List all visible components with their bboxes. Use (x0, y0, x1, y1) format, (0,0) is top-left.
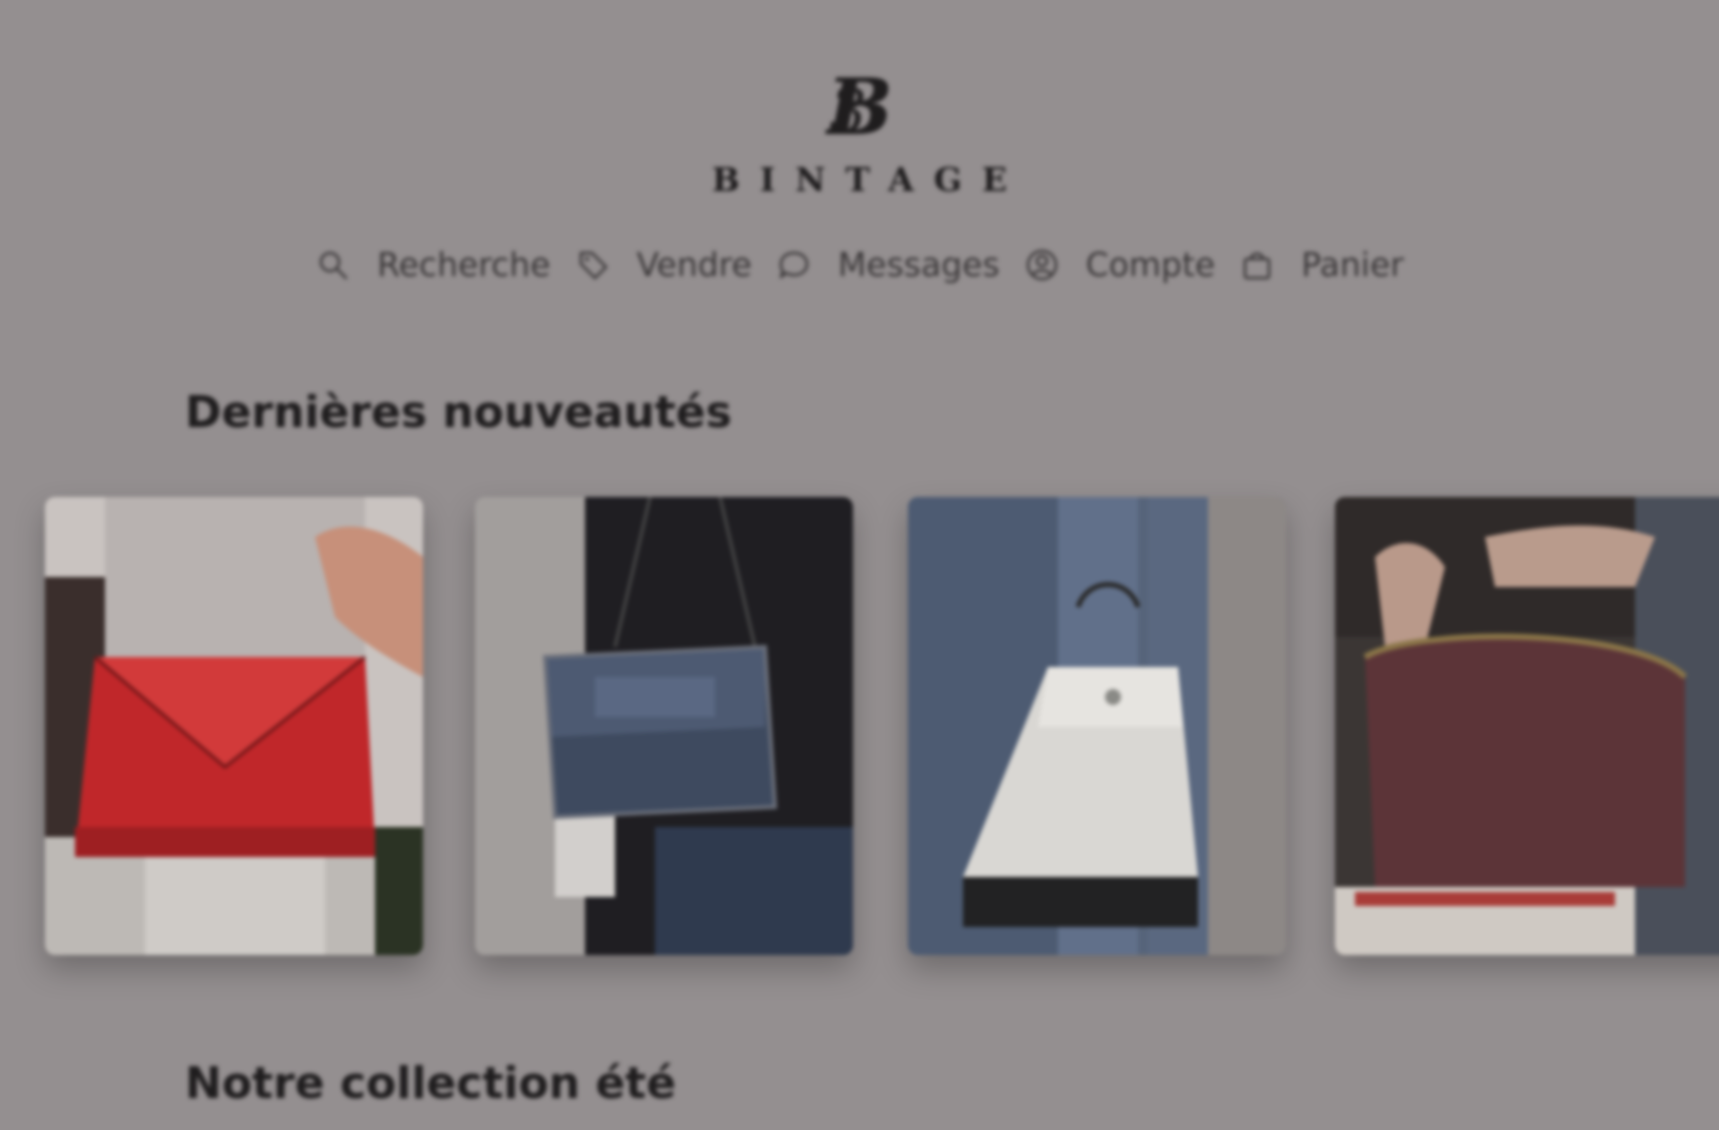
main-nav: Recherche Vendre Messages Compte Panier (0, 245, 1719, 284)
brand-logo[interactable]: B 3 BINTAGE (0, 62, 1719, 199)
user-icon (1026, 249, 1057, 280)
svg-text:3: 3 (828, 77, 866, 147)
chat-bubble-icon (779, 251, 809, 278)
nav-label-recherche: Recherche (377, 245, 551, 284)
nav-item-messages[interactable]: Messages (776, 245, 1000, 284)
nav-label-compte: Compte (1085, 245, 1216, 284)
summer-section-title: Notre collection été (185, 1058, 677, 1109)
nav-item-vendre[interactable]: Vendre (575, 245, 752, 284)
red-leather-clutch-photo (45, 497, 423, 955)
nav-item-compte[interactable]: Compte (1024, 245, 1216, 284)
tag-icon (579, 251, 607, 279)
product-card[interactable] (45, 497, 423, 955)
nav-label-panier: Panier (1301, 245, 1404, 284)
burgundy-frame-bag-photo (1335, 497, 1719, 955)
shopping-bag-icon (1243, 252, 1271, 279)
denim-chain-shoulder-bag-photo (475, 497, 853, 955)
brand-name: BINTAGE (711, 160, 1028, 199)
white-bucket-bag-photo (908, 497, 1286, 955)
page: B 3 BINTAGE Recherche Vendre Messages Co… (0, 0, 1719, 1130)
nav-label-vendre: Vendre (636, 245, 752, 284)
nav-item-recherche[interactable]: Recherche (315, 245, 551, 284)
product-card[interactable] (475, 497, 853, 955)
nav-label-messages: Messages (837, 245, 1000, 284)
product-card[interactable] (908, 497, 1286, 955)
nav-item-panier[interactable]: Panier (1239, 245, 1404, 284)
monogram-logo-icon: B 3 (825, 62, 893, 152)
product-card[interactable] (1335, 497, 1719, 955)
latest-section-title: Dernières nouveautés (185, 387, 732, 438)
latest-products-carousel (45, 497, 1719, 957)
search-icon (319, 251, 348, 279)
